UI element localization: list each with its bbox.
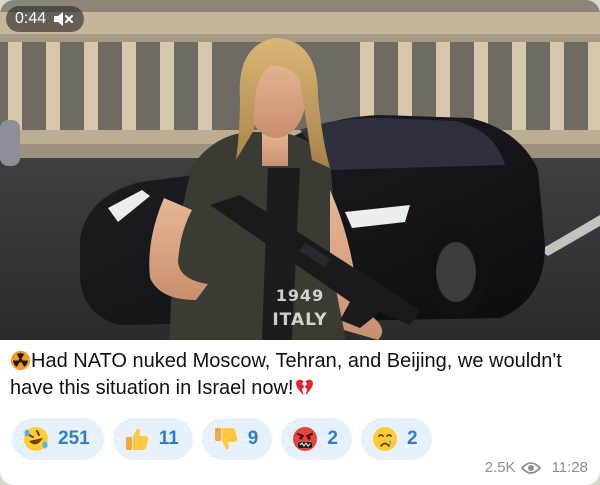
watermark-year: 1949: [275, 286, 325, 305]
broken-heart-icon: [294, 377, 315, 398]
post-caption: Had NATO nuked Moscow, Tehran, and Beiji…: [10, 348, 590, 402]
view-count: 2.5K: [484, 459, 516, 476]
reaction-angry[interactable]: 2: [281, 418, 352, 460]
reaction-count: 2: [327, 428, 338, 449]
reaction-count: 251: [58, 428, 90, 449]
watermark-place: ITALY: [272, 310, 328, 330]
crying-face-icon: [371, 425, 399, 453]
eye-icon: [520, 461, 541, 474]
message-meta: 2.5K 11:28: [485, 459, 588, 476]
reaction-thumbs-up[interactable]: 11: [112, 418, 193, 460]
reaction-count: 2: [406, 428, 418, 449]
message-card: 0:44 1949 ITALY Had NATO nuked Moscow, T…: [0, 0, 600, 485]
video-duration: 0:44: [15, 10, 47, 27]
angry-cursing-face-icon: [291, 425, 319, 453]
reactions-bar: 251 11 9 2 2: [12, 418, 432, 460]
reaction-count: 9: [247, 428, 259, 449]
video-duration-badge[interactable]: 0:44: [6, 6, 85, 32]
reaction-thumbs-down[interactable]: 9: [201, 418, 273, 460]
radioactive-icon: [10, 350, 31, 371]
rofl-face-icon: [22, 425, 50, 453]
reaction-count: 11: [158, 428, 179, 449]
video-thumbnail[interactable]: 0:44 1949 ITALY: [0, 0, 600, 340]
reaction-crying[interactable]: 2: [360, 418, 432, 460]
thumbs-up-icon: [123, 425, 151, 453]
speaker-muted-icon[interactable]: [52, 11, 74, 27]
message-time: 11:28: [551, 459, 588, 476]
thumbs-down-icon: [212, 425, 240, 453]
reaction-rofl[interactable]: 251: [12, 418, 104, 460]
caption-text: Had NATO nuked Moscow, Tehran, and Beiji…: [10, 350, 562, 399]
